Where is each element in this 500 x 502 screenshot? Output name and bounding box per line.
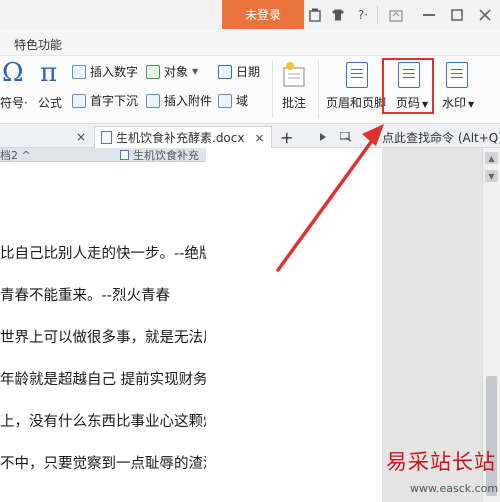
number-icon <box>72 64 86 79</box>
attachment-icon <box>146 93 160 108</box>
skin-icon[interactable] <box>308 6 322 24</box>
doc-line: 年龄就是超越自己 提前实现财务 <box>0 372 206 388</box>
doc-line: 上，没有什么东西比事业心这颗灿烂 <box>0 414 206 430</box>
comment-icon <box>282 60 306 91</box>
doc-line: 世界上可以做很多事，就是无法用钱 <box>0 330 206 346</box>
minimize-icon[interactable] <box>422 6 436 24</box>
titlebar-divider <box>377 6 378 24</box>
close-window-icon[interactable] <box>478 6 492 24</box>
watermark-logo-text: 易采站长站 <box>386 450 496 474</box>
chevron-down-icon: ▼ <box>468 100 475 109</box>
pi-icon[interactable]: π <box>40 58 57 88</box>
inner-tab-strip: 档2 ^ 生机饮食补充 <box>0 148 206 162</box>
ribbon-divider-2 <box>318 60 319 118</box>
field-button[interactable]: 域 <box>218 92 248 109</box>
inner-tab-left[interactable]: 档2 ^ <box>0 148 90 162</box>
tab-active-document[interactable]: 生机饮食补充酵素.docx × <box>94 126 272 148</box>
chevron-down-icon: ▼ <box>192 67 199 76</box>
document-page[interactable]: 比自己比别人走的快一步。--绝版金 青春不能重来。--烈火青春 世界上可以做很多… <box>0 162 206 502</box>
header-footer-icon <box>346 62 368 88</box>
watermark-button[interactable]: 水印 ▼ <box>442 94 474 111</box>
calendar-icon <box>218 64 232 79</box>
search-command-box[interactable]: 点此查找命令 (Alt+Q) <box>370 126 500 148</box>
dropcap-icon <box>72 93 86 108</box>
login-button[interactable]: 未登录 <box>222 0 304 29</box>
document-icon <box>120 150 129 160</box>
ribbon-divider <box>272 60 273 118</box>
scroll-up-icon[interactable]: ▲ <box>485 152 498 164</box>
prev-tab-icon[interactable] <box>318 126 328 148</box>
omega-icon[interactable]: Ω <box>2 58 24 88</box>
shirt-icon[interactable] <box>330 6 346 24</box>
new-tab-button[interactable]: + <box>280 126 293 148</box>
restore-window-icon[interactable] <box>388 6 404 24</box>
insert-number-button[interactable]: 插入数字 <box>72 63 138 80</box>
page-number-highlight <box>382 58 434 114</box>
inner-tab-document[interactable]: 生机饮食补充 <box>120 148 206 162</box>
menu-special-features[interactable]: 特色功能 <box>14 36 62 53</box>
document-icon <box>101 131 112 144</box>
date-button[interactable]: 日期 <box>218 63 260 80</box>
doc-line: 青春不能重来。--烈火青春 <box>0 288 170 304</box>
header-footer-button[interactable]: 页眉和页脚 <box>326 94 386 111</box>
tab-previous[interactable]: × <box>0 126 92 148</box>
document-tab-bar: × 生机饮食补充酵素.docx × + 点此查找命令 (Alt+Q) <box>0 124 500 148</box>
object-button[interactable]: 对象 ▼ <box>146 63 198 80</box>
search-icon <box>370 132 379 142</box>
document-margin <box>206 148 382 502</box>
comment-button[interactable]: 批注 <box>282 94 306 111</box>
symbol-button[interactable]: 符号· <box>0 94 28 111</box>
attachment-button[interactable]: 插入附件 <box>146 92 212 109</box>
watermark-icon <box>446 62 468 88</box>
formula-button[interactable]: 公式 <box>38 94 62 111</box>
scroll-down-icon[interactable]: ▼ <box>485 170 498 182</box>
maximize-icon[interactable] <box>450 6 464 24</box>
field-icon <box>218 93 232 108</box>
title-bar: 未登录 ?· <box>0 0 500 30</box>
close-icon[interactable]: × <box>76 130 86 144</box>
object-icon <box>146 64 160 79</box>
tab-list-icon[interactable] <box>340 126 352 148</box>
doc-line: 比自己比别人走的快一步。--绝版金 <box>0 246 206 262</box>
site-watermark: 易采站长站 www.easck.com <box>384 446 500 502</box>
help-icon[interactable]: ?· <box>352 6 374 24</box>
menu-row: 特色功能 <box>0 30 500 56</box>
close-icon[interactable]: × <box>254 131 264 145</box>
dropcap-button[interactable]: 首字下沉 <box>72 92 138 109</box>
watermark-url: www.easck.com <box>410 482 499 495</box>
doc-line: 不中，只要觉察到一点耻辱的渣滓就 <box>0 456 206 472</box>
